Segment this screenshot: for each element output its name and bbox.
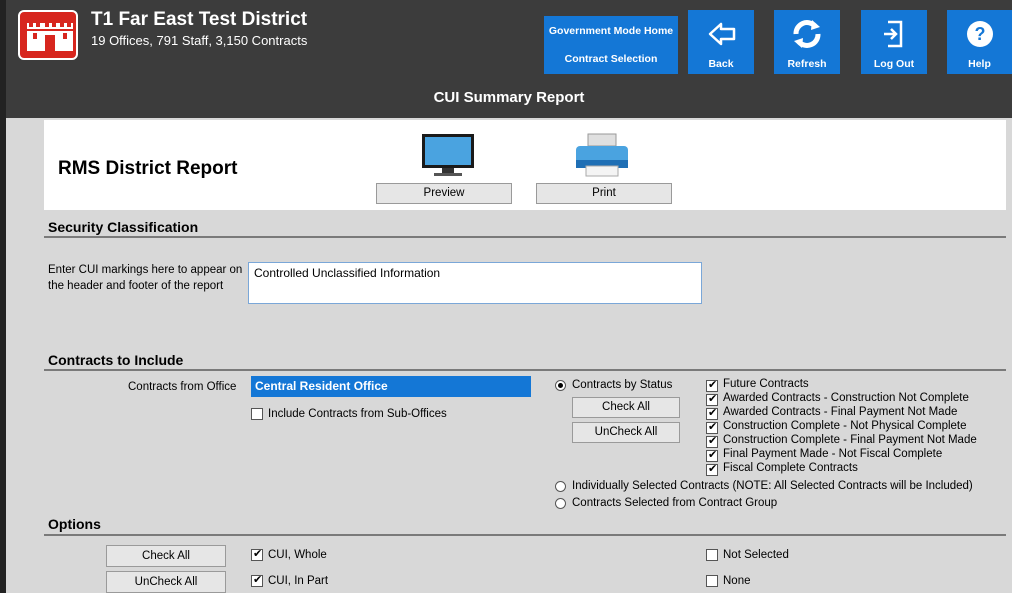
status-checkbox[interactable] <box>706 392 718 406</box>
status-label: Construction Complete - Not Physical Com… <box>723 420 967 432</box>
help-button[interactable]: ? Help <box>947 10 1012 74</box>
status-checkbox[interactable] <box>706 462 718 476</box>
preview-button[interactable]: Preview <box>376 183 512 204</box>
include-sub-offices-checkbox[interactable] <box>251 408 263 420</box>
contracts-to-include-heading: Contracts to Include <box>48 352 184 368</box>
contract-group-label: Contracts Selected from Contract Group <box>572 497 778 509</box>
cui-whole-label: CUI, Whole <box>268 549 327 561</box>
contracts-by-status-radio[interactable] <box>555 380 566 391</box>
status-checkbox[interactable] <box>706 406 718 420</box>
help-label: Help <box>968 58 991 70</box>
print-button[interactable]: Print <box>536 183 672 204</box>
status-label: Awarded Contracts - Final Payment Not Ma… <box>723 406 958 418</box>
report-name: RMS District Report <box>58 158 238 179</box>
report-panel: RMS District Report Preview Print <box>44 120 1006 210</box>
status-checkbox[interactable] <box>706 434 718 448</box>
options-check-all-button[interactable]: Check All <box>106 545 226 567</box>
status-label: Construction Complete - Final Payment No… <box>723 434 977 446</box>
status-label: Fiscal Complete Contracts <box>723 462 858 474</box>
security-classification-heading: Security Classification <box>48 219 199 235</box>
none-checkbox[interactable] <box>706 575 718 587</box>
logout-button[interactable]: Log Out <box>861 10 927 74</box>
app-window: T1 Far East Test District 19 Offices, 79… <box>0 0 1012 593</box>
logout-label: Log Out <box>873 58 915 70</box>
top-bar: T1 Far East Test District 19 Offices, 79… <box>6 0 1012 78</box>
monitor-icon <box>422 134 474 176</box>
individually-selected-label: Individually Selected Contracts (NOTE: A… <box>572 480 973 492</box>
contract-selection-button[interactable]: Contract Selection <box>544 44 678 74</box>
status-label: Future Contracts <box>723 378 809 390</box>
district-subtitle: 19 Offices, 791 Staff, 3,150 Contracts <box>91 33 308 48</box>
back-arrow-icon <box>708 22 736 46</box>
status-checkbox[interactable] <box>706 420 718 434</box>
status-checkbox[interactable] <box>706 448 718 462</box>
status-checkbox[interactable] <box>706 378 718 392</box>
usace-castle-logo <box>18 10 78 60</box>
back-label: Back <box>708 58 734 70</box>
contracts-from-office-label: Contracts from Office <box>128 381 237 393</box>
section-divider <box>44 369 1006 371</box>
status-label: Awarded Contracts - Construction Not Com… <box>723 392 969 404</box>
cui-in-part-checkbox[interactable] <box>251 573 263 587</box>
section-divider <box>44 236 1006 238</box>
contract-group-radio[interactable] <box>555 498 566 509</box>
options-uncheck-all-button[interactable]: UnCheck All <box>106 571 226 593</box>
cui-in-part-label: CUI, In Part <box>268 575 329 587</box>
logout-icon <box>884 20 903 48</box>
section-divider <box>44 534 1006 536</box>
status-label: Final Payment Made - Not Fiscal Complete <box>723 448 943 460</box>
status-uncheck-all-button[interactable]: UnCheck All <box>572 422 680 443</box>
office-select[interactable]: Central Resident Office <box>251 376 531 397</box>
page-title: CUI Summary Report <box>6 78 1012 118</box>
not-selected-label: Not Selected <box>723 549 789 561</box>
district-title: T1 Far East Test District <box>91 9 308 30</box>
refresh-button[interactable]: Refresh <box>774 10 840 74</box>
not-selected-checkbox[interactable] <box>706 549 718 561</box>
contracts-by-status-label: Contracts by Status <box>572 379 673 391</box>
government-mode-home-button[interactable]: Government Mode Home <box>544 16 678 46</box>
cui-markings-input[interactable]: Controlled Unclassified Information <box>248 262 702 304</box>
status-check-all-button[interactable]: Check All <box>572 397 680 418</box>
refresh-label: Refresh <box>787 58 827 70</box>
svg-text:?: ? <box>975 24 986 44</box>
back-button[interactable]: Back <box>688 10 754 74</box>
include-sub-offices-label: Include Contracts from Sub-Offices <box>268 408 447 420</box>
cui-markings-prompt: Enter CUI markings here to appear on the… <box>48 264 243 292</box>
printer-icon <box>576 133 628 177</box>
help-icon: ? <box>967 21 993 47</box>
refresh-icon <box>793 20 821 48</box>
cui-whole-checkbox[interactable] <box>251 547 263 561</box>
individually-selected-radio[interactable] <box>555 481 566 492</box>
options-heading: Options <box>48 516 101 532</box>
none-label: None <box>723 575 751 587</box>
